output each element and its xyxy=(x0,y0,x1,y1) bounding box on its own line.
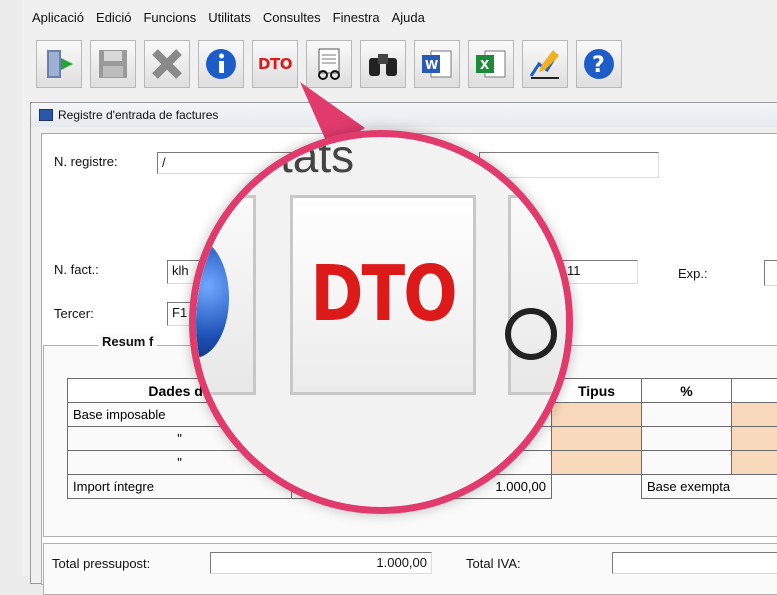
word-export-button[interactable]: W xyxy=(414,40,460,88)
help-icon: ? xyxy=(581,46,617,82)
nfact-label: N. fact.: xyxy=(54,262,99,277)
info-icon xyxy=(203,46,239,82)
header-extra xyxy=(732,379,777,403)
delete-x-icon xyxy=(149,46,185,82)
magnifier-callout: tats DTO xyxy=(189,130,573,514)
menu-bar: Aplicació Edició Funcions Utilitats Cons… xyxy=(22,4,777,30)
menu-funcions[interactable]: Funcions xyxy=(143,10,196,25)
exit-door-icon xyxy=(41,46,77,82)
save-button[interactable] xyxy=(90,40,136,88)
magnified-info-button xyxy=(189,195,256,395)
summary-title: Resum f xyxy=(98,334,157,349)
save-floppy-icon xyxy=(95,46,131,82)
magnified-partial-text: tats xyxy=(280,130,354,183)
excel-export-button[interactable]: X xyxy=(468,40,514,88)
info-button[interactable] xyxy=(198,40,244,88)
base-exempta-label: Base exempta xyxy=(642,475,777,499)
window-icon xyxy=(39,109,53,121)
help-button[interactable]: ? xyxy=(576,40,622,88)
window-title: Registre d'entrada de factures xyxy=(58,108,218,122)
document-glasses-icon xyxy=(311,46,347,82)
cell-percent-2[interactable] xyxy=(642,427,732,451)
exp-label: Exp.: xyxy=(678,266,708,281)
magnified-dto-button: DTO xyxy=(290,195,476,395)
glasses-icon xyxy=(505,308,557,360)
total-pressupost-label: Total pressupost: xyxy=(52,556,150,571)
totals-group: Total pressupost: 1.000,00 Total IVA: xyxy=(43,543,777,595)
total-iva-field[interactable] xyxy=(612,552,777,574)
word-icon: W xyxy=(419,46,455,82)
svg-text:X: X xyxy=(480,58,490,72)
total-pressupost-field[interactable]: 1.000,00 xyxy=(210,552,432,574)
menu-finestra[interactable]: Finestra xyxy=(333,10,380,25)
cell-percent-3[interactable] xyxy=(642,451,732,475)
chart-pencil-icon xyxy=(527,46,563,82)
delete-button[interactable] xyxy=(144,40,190,88)
magnified-preview-button xyxy=(508,195,573,395)
exit-button[interactable] xyxy=(36,40,82,88)
dto-text-icon: DTO xyxy=(258,55,292,73)
magnified-dto-label: DTO xyxy=(310,251,455,340)
menu-consultes[interactable]: Consultes xyxy=(263,10,321,25)
invoice-date-field[interactable]: 11 xyxy=(562,260,638,284)
total-iva-label: Total IVA: xyxy=(466,556,521,571)
menu-ajuda[interactable]: Ajuda xyxy=(392,10,425,25)
svg-text:W: W xyxy=(425,58,438,72)
chart-button[interactable] xyxy=(522,40,568,88)
cell-extra-1[interactable] xyxy=(732,403,777,427)
excel-icon: X xyxy=(473,46,509,82)
menu-edicio[interactable]: Edició xyxy=(96,10,131,25)
menu-aplicacio[interactable]: Aplicació xyxy=(32,10,84,25)
tercer-label: Tercer: xyxy=(54,306,94,321)
svg-text:?: ? xyxy=(592,53,605,78)
binoculars-icon xyxy=(365,46,401,82)
cell-extra-2[interactable] xyxy=(732,427,777,451)
exp-field[interactable] xyxy=(764,260,777,286)
cell-extra-3[interactable] xyxy=(732,451,777,475)
nregistre-label: N. registre: xyxy=(54,154,118,169)
menu-utilitats[interactable]: Utilitats xyxy=(208,10,251,25)
header-percent: % xyxy=(642,379,732,403)
cell-percent-1[interactable] xyxy=(642,403,732,427)
